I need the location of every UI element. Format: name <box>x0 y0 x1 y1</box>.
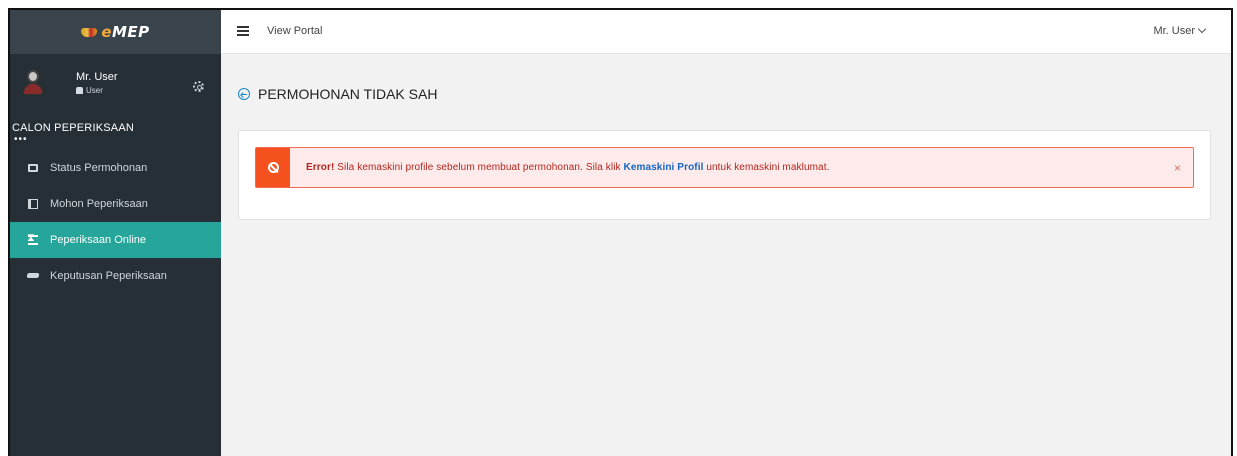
user-dropdown[interactable]: Mr. User <box>1153 24 1207 37</box>
sidebar-item-label: Peperiksaan Online <box>50 234 147 246</box>
sidebar-item-label: Keputusan Peperiksaan <box>50 270 167 282</box>
page-title: PERMOHONAN TIDAK SAH <box>238 86 437 102</box>
user-profile: Mr. User User <box>10 54 221 116</box>
alert-strong: Error! <box>306 162 335 173</box>
alert-message: Error! Sila kemaskini profile sebelum me… <box>306 162 829 173</box>
sidebar: eMEP Mr. User User CALON PEPERIKSAAN •••… <box>10 10 221 456</box>
book-icon <box>28 199 38 209</box>
sidebar-item-peperiksaan-online[interactable]: Peperiksaan Online <box>10 222 221 258</box>
sidebar-item-label: Status Permohonan <box>50 162 148 174</box>
alert-text-after: untuk kemaskini maklumat. <box>703 162 830 173</box>
profile-role: User <box>76 86 103 95</box>
profile-name: Mr. User <box>76 71 118 83</box>
sidebar-menu: Status Permohonan Mohon Peperiksaan Pepe… <box>10 150 221 294</box>
brand-name: MEP <box>112 23 150 41</box>
ban-icon <box>267 162 279 173</box>
sidebar-section-title: CALON PEPERIKSAAN <box>12 122 134 134</box>
sidebar-item-mohon-peperiksaan[interactable]: Mohon Peperiksaan <box>10 186 221 222</box>
view-portal-link[interactable]: View Portal <box>267 25 322 37</box>
avatar[interactable] <box>22 70 44 96</box>
menu-toggle-icon[interactable] <box>237 26 249 36</box>
content-card: Error! Sila kemaskini profile sebelum me… <box>238 130 1211 220</box>
back-arrow-icon[interactable] <box>238 88 250 100</box>
close-icon[interactable]: × <box>1174 161 1181 175</box>
app-window: eMEP Mr. User User CALON PEPERIKSAAN •••… <box>8 8 1233 456</box>
sidebar-item-keputusan-peperiksaan[interactable]: Keputusan Peperiksaan <box>10 258 221 294</box>
brand-text: eMEP <box>101 23 149 41</box>
main-content: PERMOHONAN TIDAK SAH Error! Sila kemaski… <box>221 54 1231 456</box>
printer-icon <box>28 164 38 172</box>
page-title-text: PERMOHONAN TIDAK SAH <box>258 86 438 102</box>
user-icon <box>76 87 83 94</box>
sidebar-item-status-permohonan[interactable]: Status Permohonan <box>10 150 221 186</box>
top-header: View Portal Mr. User <box>221 10 1231 54</box>
ellipsis-icon: ••• <box>14 134 28 145</box>
alert-text-before: Sila kemaskini profile sebelum membuat p… <box>334 162 624 173</box>
chevron-down-icon <box>1197 24 1207 34</box>
hourglass-icon <box>27 232 38 245</box>
alert-icon-box <box>256 148 290 187</box>
crest-icon <box>81 26 98 38</box>
gear-icon[interactable] <box>193 81 204 92</box>
kemaskini-profil-link[interactable]: Kemaskini Profil <box>624 162 704 173</box>
brand-prefix: e <box>101 23 112 41</box>
profile-role-label: User <box>86 86 103 95</box>
brand-logo[interactable]: eMEP <box>10 10 221 54</box>
sidebar-item-label: Mohon Peperiksaan <box>50 198 148 210</box>
user-dropdown-label: Mr. User <box>1153 25 1195 37</box>
error-alert: Error! Sila kemaskini profile sebelum me… <box>255 147 1194 188</box>
graduation-cap-icon <box>28 271 38 281</box>
